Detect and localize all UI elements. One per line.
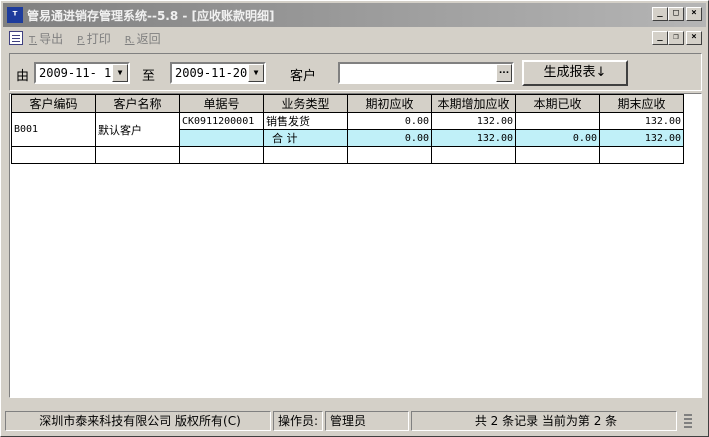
receivables-table: 客户编码 客户名称 单据号 业务类型 期初应收 本期增加应收 本期已收 期末应收… [11, 94, 684, 164]
mdi-minimize-button[interactable]: _ [652, 31, 668, 45]
status-bar: 深圳市泰来科技有限公司 版权所有(C) 操作员: 管理员 共 2 条记录 当前为… [5, 409, 706, 433]
app-logo-icon: ᵀ [7, 7, 23, 23]
window-title: 管易通进销存管理系统--5.8 - [应收账款明细] [27, 8, 275, 23]
empty-cell[interactable] [515, 146, 600, 164]
cell-total-closing[interactable]: 132.00 [599, 129, 684, 147]
receivables-grid[interactable]: 客户编码 客户名称 单据号 业务类型 期初应收 本期增加应收 本期已收 期末应收… [9, 93, 702, 398]
generate-report-button[interactable]: 生成报表↓ [522, 60, 628, 86]
col-doc-number[interactable]: 单据号 [179, 94, 264, 113]
filter-panel: 由 2009-11- 1 ▼ 至 2009-11-20 ▼ 客户 ... 生成报… [9, 53, 702, 91]
mdi-restore-button[interactable]: ❐ [668, 31, 684, 45]
to-label: 至 [142, 69, 156, 84]
cell-received[interactable] [515, 112, 600, 130]
customer-input[interactable]: ... [338, 62, 514, 84]
cell-closing[interactable]: 132.00 [599, 112, 684, 130]
mdi-close-button[interactable]: × [686, 31, 702, 45]
col-increase-receivable[interactable]: 本期增加应收 [431, 94, 516, 113]
cell-total-opening[interactable]: 0.00 [347, 129, 432, 147]
empty-cell[interactable] [95, 146, 180, 164]
cell-total-label[interactable]: 合 计 [263, 129, 348, 147]
cell-increase[interactable]: 132.00 [431, 112, 516, 130]
table-row[interactable]: B001 默认客户 CK0911200001 销售发货 0.00 132.00 … [11, 112, 684, 147]
to-date-picker[interactable]: 2009-11-20 ▼ [170, 62, 266, 84]
col-opening-receivable[interactable]: 期初应收 [347, 94, 432, 113]
empty-cell[interactable] [263, 146, 348, 164]
col-business-type[interactable]: 业务类型 [263, 94, 348, 113]
col-customer-name[interactable]: 客户名称 [95, 94, 180, 113]
close-button[interactable]: × [686, 7, 702, 21]
status-operator: 管理员 [325, 411, 409, 431]
menu-back[interactable]: R. 返回 [125, 30, 161, 47]
cell-doc-number[interactable]: CK0911200001 [179, 112, 264, 130]
main-window: ᵀ 管易通进销存管理系统--5.8 - [应收账款明细] _ □ × T. 导出 … [0, 0, 709, 437]
empty-cell[interactable] [599, 146, 684, 164]
table-header-row: 客户编码 客户名称 单据号 业务类型 期初应收 本期增加应收 本期已收 期末应收 [11, 94, 684, 113]
empty-cell[interactable] [11, 146, 96, 164]
empty-cell[interactable] [431, 146, 516, 164]
cell-total-received[interactable]: 0.00 [515, 129, 600, 147]
cell-customer-code[interactable]: B001 [11, 112, 96, 147]
from-date-dropdown-icon[interactable]: ▼ [112, 64, 128, 82]
status-operator-label: 操作员: [273, 411, 323, 431]
cell-business-type[interactable]: 销售发货 [263, 112, 348, 130]
document-icon [9, 31, 23, 45]
from-date-picker[interactable]: 2009-11- 1 ▼ [34, 62, 130, 84]
table-row-empty[interactable] [11, 146, 684, 164]
cell-customer-name[interactable]: 默认客户 [95, 112, 180, 147]
empty-cell[interactable] [179, 146, 264, 164]
menu-bar: T. 导出 P. 打印 R. 返回 _ ❐ × [3, 28, 706, 48]
col-customer-code[interactable]: 客户编码 [11, 94, 96, 113]
status-records: 共 2 条记录 当前为第 2 条 [411, 411, 677, 431]
cell-total-doc[interactable] [179, 129, 264, 147]
from-label: 由 [16, 69, 30, 84]
col-received[interactable]: 本期已收 [515, 94, 600, 113]
title-bar[interactable]: ᵀ 管易通进销存管理系统--5.8 - [应收账款明细] _ □ × [3, 3, 706, 27]
to-date-dropdown-icon[interactable]: ▼ [248, 64, 264, 82]
customer-label: 客户 [290, 69, 317, 84]
maximize-button[interactable]: □ [668, 7, 684, 21]
customer-browse-button[interactable]: ... [496, 64, 512, 82]
cell-opening[interactable]: 0.00 [347, 112, 432, 130]
menu-print[interactable]: P. 打印 [77, 30, 111, 47]
horizontal-scrollbar[interactable] [9, 398, 702, 406]
minimize-button[interactable]: _ [652, 7, 668, 21]
menu-export[interactable]: T. 导出 [29, 30, 63, 47]
col-closing-receivable[interactable]: 期末应收 [599, 94, 684, 113]
cell-total-increase[interactable]: 132.00 [431, 129, 516, 147]
status-company: 深圳市泰来科技有限公司 版权所有(C) [5, 411, 271, 431]
empty-cell[interactable] [347, 146, 432, 164]
resize-grip-icon[interactable] [681, 411, 695, 431]
